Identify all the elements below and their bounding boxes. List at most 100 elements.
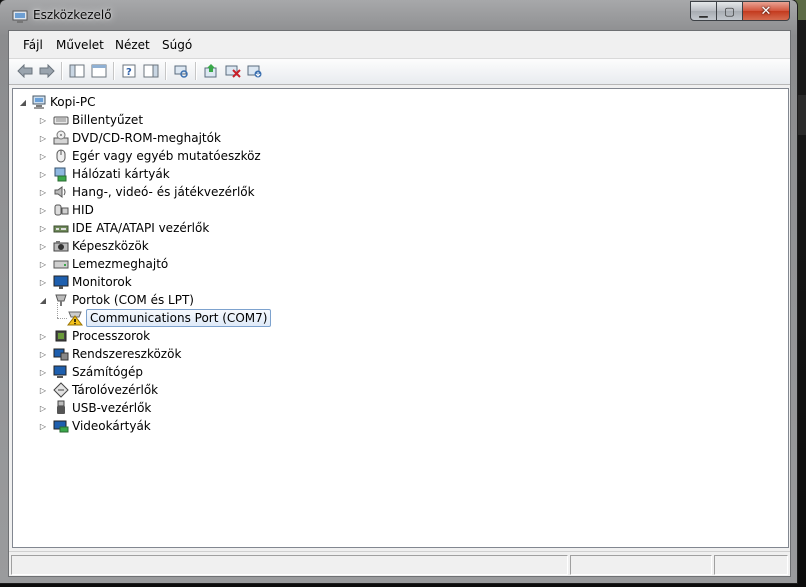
category-label: IDE ATA/ATAPI vezérlők [72, 221, 210, 235]
close-button[interactable]: ✕ [743, 1, 790, 21]
category-label: Hálózati kártyák [72, 167, 170, 181]
toolbar-separator [113, 62, 115, 80]
update-driver-icon [204, 64, 217, 78]
display-adapter-icon [53, 418, 69, 434]
tree-category[interactable]: ▷ Egér vagy egyéb mutatóeszköz [39, 147, 261, 165]
speaker-icon [53, 184, 69, 200]
expand-arrow-icon[interactable]: ▷ [39, 170, 47, 179]
help-button[interactable]: ? [119, 61, 139, 81]
expand-arrow-icon[interactable]: ▷ [39, 152, 47, 161]
menu-action[interactable]: Művelet [56, 38, 104, 52]
category-label: USB-vezérlők [72, 401, 152, 415]
expand-arrow-icon[interactable]: ▷ [39, 386, 47, 395]
tree-category[interactable]: ▷ Számítógép [39, 363, 143, 381]
menu-file[interactable]: Fájl [23, 38, 43, 52]
tree-device[interactable]: Communications Port (COM7) [67, 309, 272, 327]
tree-category[interactable]: ▷ Hang-, videó- és játékvezérlők [39, 183, 255, 201]
status-section-main [11, 555, 568, 575]
toolbar-separator [195, 62, 197, 80]
menu-help[interactable]: Súgó [162, 38, 192, 52]
status-section-3 [714, 555, 788, 575]
category-label: Videokártyák [72, 419, 151, 433]
category-label: Processzorok [72, 329, 151, 343]
expand-arrow-icon[interactable]: ▷ [39, 404, 47, 413]
computer-root-icon [31, 94, 47, 110]
tree-category[interactable]: ▷ Képeszközök [39, 237, 149, 255]
title-bar[interactable]: Eszközkezelő ▁ ▢ ✕ [0, 0, 797, 34]
expand-arrow-icon[interactable]: ▷ [39, 224, 47, 233]
expand-arrow-icon[interactable]: ▷ [39, 206, 47, 215]
disable-device-icon [225, 65, 241, 78]
scan-hardware-button[interactable] [171, 61, 191, 81]
status-section-2 [570, 555, 712, 575]
back-button[interactable] [15, 61, 35, 81]
tree-category[interactable]: ▷ Billentyűzet [39, 111, 143, 129]
collapse-arrow-icon[interactable]: ◢ [19, 98, 27, 107]
client-area: Fájl Művelet Nézet Súgó ? ◢ Kopi-PC ▷ Bi… [8, 30, 791, 577]
minimize-icon: ▁ [699, 4, 708, 18]
expand-arrow-icon[interactable]: ▷ [39, 188, 47, 197]
forward-icon [39, 64, 55, 78]
device-tree[interactable]: ◢ Kopi-PC ▷ Billentyűzet ▷ DVD/CD-ROM-megha… [12, 88, 789, 548]
properties-button[interactable] [89, 61, 109, 81]
tree-category[interactable]: ▷ Tárolóvezérlők [39, 381, 158, 399]
category-label: Tárolóvezérlők [72, 383, 159, 397]
tree-root[interactable]: ◢ Kopi-PC [19, 93, 96, 111]
forward-button[interactable] [37, 61, 57, 81]
back-icon [17, 64, 33, 78]
tree-category[interactable]: ▷ Processzorok [39, 327, 150, 345]
category-label: Képeszközök [72, 239, 149, 253]
expand-arrow-icon[interactable]: ▷ [39, 242, 47, 251]
category-label: Lemezmeghajtó [72, 257, 169, 271]
expand-arrow-icon[interactable]: ▷ [39, 116, 47, 125]
menu-bar: Fájl Művelet Nézet Súgó [9, 31, 790, 59]
ide-controller-icon [53, 220, 69, 236]
monitor-icon [53, 274, 69, 290]
warning-port-icon [67, 310, 83, 326]
tree-category[interactable]: ▷ IDE ATA/ATAPI vezérlők [39, 219, 209, 237]
tree-category[interactable]: ▷ USB-vezérlők [39, 399, 151, 417]
processor-icon [53, 328, 69, 344]
category-label: DVD/CD-ROM-meghajtók [72, 131, 221, 145]
maximize-icon: ▢ [724, 4, 735, 18]
disable-device-button[interactable] [223, 61, 243, 81]
tree-category[interactable]: ▷ DVD/CD-ROM-meghajtók [39, 129, 221, 147]
expand-arrow-icon[interactable]: ▷ [39, 350, 47, 359]
tree-category[interactable]: ▷ HID [39, 201, 94, 219]
tree-category[interactable]: ◢ Portok (COM és LPT) [39, 291, 194, 309]
tree-category[interactable]: ▷ Monitorok [39, 273, 132, 291]
action-pane-icon [143, 64, 159, 78]
category-label: Billentyűzet [72, 113, 144, 127]
expand-arrow-icon[interactable]: ▷ [39, 134, 47, 143]
collapse-arrow-icon[interactable]: ◢ [39, 296, 47, 305]
expand-arrow-icon[interactable]: ▷ [39, 278, 47, 287]
computer-icon [53, 364, 69, 380]
tree-category[interactable]: ▷ Rendszereszközök [39, 345, 181, 363]
device-label: Communications Port (COM7) [86, 309, 272, 327]
toolbar-separator [165, 62, 167, 80]
tree-guide-line [57, 303, 58, 318]
category-label: Portok (COM és LPT) [72, 293, 194, 307]
uninstall-device-button[interactable] [245, 61, 265, 81]
expand-arrow-icon[interactable]: ▷ [39, 332, 47, 341]
update-driver-button[interactable] [201, 61, 221, 81]
tree-category[interactable]: ▷ Hálózati kártyák [39, 165, 170, 183]
device-manager-icon [12, 9, 28, 23]
tree-category[interactable]: ▷ Videokártyák [39, 417, 151, 435]
toolbar: ? [9, 59, 790, 85]
expand-arrow-icon[interactable]: ▷ [39, 368, 47, 377]
maximize-button[interactable]: ▢ [717, 1, 743, 21]
show-hide-console-tree-button[interactable] [67, 61, 87, 81]
action-pane-button[interactable] [141, 61, 161, 81]
category-label: HID [72, 203, 94, 217]
device-manager-window: Eszközkezelő ▁ ▢ ✕ Fájl Művelet Nézet Sú… [0, 0, 797, 583]
expand-arrow-icon[interactable]: ▷ [39, 260, 47, 269]
show-hide-console-tree-icon [69, 64, 85, 78]
tree-category[interactable]: ▷ Lemezmeghajtó [39, 255, 168, 273]
minimize-button[interactable]: ▁ [690, 1, 717, 21]
port-icon [53, 292, 69, 308]
tree-guide-line [57, 318, 67, 319]
close-icon: ✕ [760, 3, 772, 19]
menu-view[interactable]: Nézet [115, 38, 150, 52]
expand-arrow-icon[interactable]: ▷ [39, 422, 47, 431]
